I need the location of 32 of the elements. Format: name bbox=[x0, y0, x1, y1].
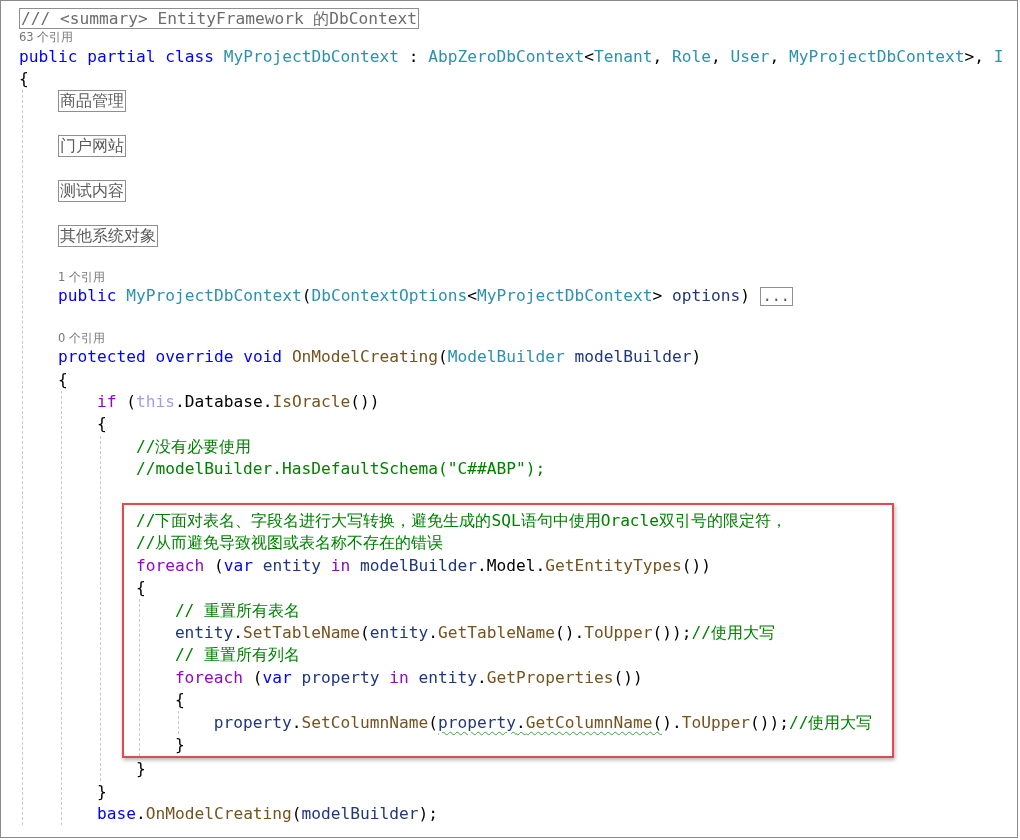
code-line: protected override void OnModelCreating(ModelBuilder modelBuilder) bbox=[57, 347, 702, 368]
code-line: foreach (var property in entity.GetProperties()) bbox=[174, 667, 643, 688]
code-line: { bbox=[135, 578, 146, 599]
reference-count[interactable]: 63 个引用 bbox=[19, 30, 74, 45]
code-line: //modelBuilder.HasDefaultSchema("C##ABP"); bbox=[135, 459, 546, 480]
code-line: { bbox=[19, 68, 29, 89]
code-line: if (this.Database.IsOracle()) bbox=[96, 392, 380, 413]
reference-count[interactable]: 0 个引用 bbox=[57, 331, 105, 346]
code-line: entity.SetTableName(entity.GetTableName().ToUpper());//使用大写 bbox=[174, 622, 775, 643]
collapsed-comment[interactable]: /// <summary> EntityFramework 的DbContext bbox=[19, 7, 420, 29]
reference-count[interactable]: 1 个引用 bbox=[57, 270, 105, 285]
collapsed-region[interactable]: 商品管理 bbox=[57, 90, 126, 113]
code-line: //从而避免导致视图或表名称不存在的错误 bbox=[135, 533, 444, 554]
code-line: property.SetColumnName(property.GetColumnName().ToUpper());//使用大写 bbox=[213, 712, 873, 733]
code-line: } bbox=[174, 734, 185, 755]
code-line: public MyProjectDbContext(DbContextOptions<MyProjectDbContext> options) bbox=[57, 286, 751, 307]
code-line: //没有必要使用 bbox=[135, 436, 252, 457]
collapsed-region[interactable]: 其他系统对象 bbox=[57, 224, 158, 247]
code-line: // 重置所有列名 bbox=[174, 645, 301, 666]
code-line: } bbox=[135, 759, 146, 780]
collapsed-region[interactable]: 测试内容 bbox=[57, 179, 126, 202]
code-line: public partial class MyProjectDbContext : AbpZeroDbContext<Tenant, Role, User, MyProjectDbContext>, I bbox=[19, 46, 1004, 67]
code-line: { bbox=[57, 369, 68, 390]
collapsed-code-button[interactable]: ... bbox=[759, 287, 793, 306]
code-line: //下面对表名、字段名进行大写转换，避免生成的SQL语句中使用Oracle双引号的限定符， bbox=[135, 511, 788, 531]
code-line: { bbox=[96, 414, 107, 435]
collapsed-region[interactable]: 门户网站 bbox=[57, 135, 126, 158]
code-line: { bbox=[174, 690, 185, 711]
code-line: } bbox=[96, 781, 107, 802]
code-line: foreach (var entity in modelBuilder.Model.GetEntityTypes()) bbox=[135, 555, 711, 576]
code-line: // 重置所有表名 bbox=[174, 600, 301, 621]
code-line: base.OnModelCreating(modelBuilder); bbox=[96, 804, 439, 825]
